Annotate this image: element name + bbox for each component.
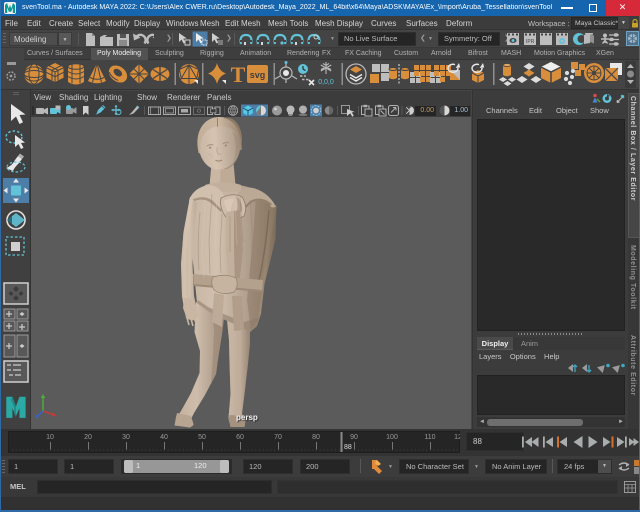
svg-text:30: 30: [122, 434, 130, 441]
svg-text:IPR: IPR: [526, 39, 535, 45]
svg-text:T: T: [231, 62, 246, 87]
svg-text:100: 100: [386, 434, 398, 441]
svg-text:0,0,0: 0,0,0: [318, 79, 334, 86]
svg-text:110: 110: [424, 434, 435, 441]
svg-text:12: 12: [454, 434, 460, 441]
svg-text:svg: svg: [250, 70, 266, 80]
svg-text:90: 90: [350, 434, 358, 441]
svg-text:70: 70: [274, 434, 282, 441]
svg-text:80: 80: [312, 434, 320, 441]
svg-text:10: 10: [46, 434, 54, 441]
svg-text:88: 88: [344, 444, 352, 451]
svg-text:50: 50: [198, 434, 206, 441]
svg-text:20: 20: [84, 434, 92, 441]
svg-text:40: 40: [160, 434, 168, 441]
svg-text:60: 60: [236, 434, 244, 441]
